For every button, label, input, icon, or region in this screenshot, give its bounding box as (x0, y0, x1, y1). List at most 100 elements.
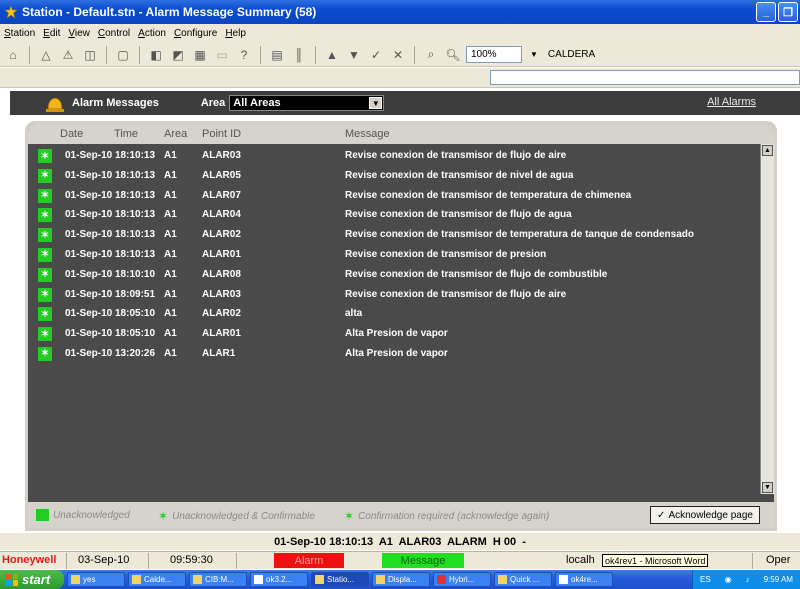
unacknowledged-star-icon[interactable]: ✶ (38, 247, 52, 262)
toolbar-separator (315, 45, 316, 64)
alarm-row[interactable]: ✶ 01-Sep-10 18:10:10 A1 ALAR08 Revise conexio… (28, 265, 763, 285)
tray-volume-icon[interactable]: ♪ (746, 575, 750, 584)
page-icon[interactable]: ▢ (114, 46, 132, 64)
network-icon[interactable]: ⌂ (4, 46, 22, 64)
vertical-scrollbar[interactable]: ▲ ▼ (760, 144, 774, 494)
alarm-row[interactable]: ✶ 01-Sep-10 18:09:51 A1 ALAR03 Revise conexio… (28, 285, 763, 305)
alarm-row[interactable]: ✶ 01-Sep-10 18:05:10 A1 ALAR02 alta (28, 304, 763, 324)
column-header-date[interactable]: Date (60, 128, 83, 140)
scroll-up-icon[interactable]: ▲ (762, 145, 773, 156)
taskbar-item-station[interactable]: Statio... (311, 572, 369, 587)
minimize-button[interactable]: _ (756, 2, 776, 22)
unacknowledged-star-icon[interactable]: ✶ (38, 208, 52, 223)
unacknowledged-star-icon[interactable]: ✶ (38, 149, 52, 163)
cell-point-id: ALAR08 (202, 268, 241, 280)
zoom-icon[interactable]: 🔍︎ (444, 46, 462, 64)
word-icon (559, 575, 568, 584)
unacknowledged-star-icon[interactable]: ✶ (38, 346, 52, 361)
alarm-row[interactable]: ✶ 01-Sep-10 18:10:13 A1 ALAR07 Revise conexio… (28, 186, 763, 206)
unacknowledged-star-icon[interactable]: ✶ (38, 267, 52, 282)
column-header-point-id[interactable]: Point ID (202, 128, 241, 140)
taskbar-item-display[interactable]: Displa... (372, 572, 430, 587)
taskbar-item-ok4rev[interactable]: ok4re... (555, 572, 613, 587)
cancel-icon[interactable]: ✕ (389, 46, 407, 64)
area-select[interactable]: All Areas ▼ (229, 95, 385, 111)
status-host: localh (566, 554, 595, 566)
taskbar-item-caldera[interactable]: Calde... (128, 572, 186, 587)
taskbar-item-ok3[interactable]: ok3.2... (250, 572, 308, 587)
unacknowledged-star-icon[interactable]: ✶ (38, 287, 52, 302)
alarm-indicator[interactable]: Alarm (274, 553, 344, 568)
display-disabled-icon[interactable]: ▭ (213, 46, 231, 64)
system-tray: ES ◉ ♪ 9:59 AM (692, 570, 800, 589)
alarm-row[interactable]: ✶ 01-Sep-10 18:10:13 A1 ALAR01 Revise conexio… (28, 245, 763, 265)
menu-action[interactable]: Action (138, 28, 166, 39)
window-icon (132, 575, 141, 584)
zoom-field[interactable]: 100% (466, 46, 522, 63)
menu-help[interactable]: Help (225, 28, 246, 39)
tray-clock[interactable]: 9:59 AM (764, 575, 793, 584)
unacknowledged-star-icon[interactable]: ✶ (38, 327, 52, 342)
cell-date: 01-Sep-10 (65, 347, 113, 359)
column-header-time[interactable]: Time (114, 128, 138, 140)
column-header-area[interactable]: Area (164, 128, 187, 140)
language-indicator[interactable]: ES (700, 575, 711, 584)
menu-control[interactable]: Control (98, 28, 130, 39)
all-alarms-link[interactable]: All Alarms (707, 96, 756, 108)
unacknowledged-star-icon[interactable]: ✶ (38, 307, 52, 322)
display-list-icon[interactable]: ▦ (191, 46, 209, 64)
message-summary-icon[interactable]: ◫ (81, 46, 99, 64)
checkmark-icon[interactable]: ✓ (367, 46, 385, 64)
unacknowledged-star-icon[interactable]: ✶ (38, 168, 52, 183)
taskbar-item-hybrid[interactable]: Hybri... (433, 572, 491, 587)
cell-message: Revise conexion de transmisor de presion (345, 248, 547, 260)
taskbar-item-quick[interactable]: Quick ... (494, 572, 552, 587)
alarm-row[interactable]: ✶ 01-Sep-10 18:10:13 A1 ALAR02 Revise conexio… (28, 225, 763, 245)
menu-configure[interactable]: Configure (174, 28, 217, 39)
help-icon[interactable]: ? (235, 46, 253, 64)
message-indicator[interactable]: Message (382, 553, 464, 568)
restore-button[interactable]: ❐ (778, 2, 798, 22)
alarm-summary-icon[interactable]: △ (37, 46, 55, 64)
start-button[interactable]: start (0, 570, 64, 589)
menu-view[interactable]: View (68, 28, 90, 39)
menu-edit[interactable]: Edit (43, 28, 60, 39)
area-select-value: All Areas (233, 97, 281, 109)
display-up-icon[interactable]: ◩ (169, 46, 187, 64)
command-input[interactable] (490, 70, 800, 85)
trend-icon[interactable]: ║ (290, 46, 308, 64)
window-titlebar[interactable]: Station - Default.stn - Alarm Message Su… (0, 0, 800, 24)
display-back-icon[interactable]: ◧ (147, 46, 165, 64)
taskbar-item-label: yes (83, 575, 96, 584)
alarm-row[interactable]: ✶ 01-Sep-10 18:05:10 A1 ALAR01 Alta Presion d… (28, 324, 763, 344)
alarm-row[interactable]: ✶ 01-Sep-10 18:10:13 A1 ALAR03 Revise conexio… (28, 146, 763, 166)
alarm-ack-icon[interactable]: ⚠ (59, 46, 77, 64)
unacknowledged-star-icon[interactable]: ✶ (38, 188, 52, 203)
scroll-down-icon[interactable]: ▼ (762, 482, 773, 493)
unacknowledged-star-icon[interactable]: ✶ (38, 228, 52, 243)
tray-network-icon[interactable]: ◉ (725, 575, 732, 584)
status-mode: Oper (766, 554, 791, 566)
report-icon[interactable]: ▤ (268, 46, 286, 64)
find-icon[interactable]: ⌕ (422, 46, 440, 64)
cell-point-id: ALAR02 (202, 229, 241, 241)
window-icon (193, 575, 202, 584)
command-strip (0, 68, 800, 88)
column-header-message[interactable]: Message (345, 128, 390, 140)
chevron-down-icon[interactable]: ▼ (369, 97, 383, 109)
alarm-row[interactable]: ✶ 01-Sep-10 13:20:26 A1 ALAR1 Alta Presion de… (28, 344, 763, 364)
alarm-row[interactable]: ✶ 01-Sep-10 18:10:13 A1 ALAR04 Revise conexio… (28, 205, 763, 225)
alarm-row[interactable]: ✶ 01-Sep-10 18:10:13 A1 ALAR05 Revise conexio… (28, 166, 763, 186)
cell-message: Revise conexion de transmisor de tempera… (345, 189, 632, 201)
menu-station[interactable]: Station (4, 28, 35, 39)
taskbar-item-cib[interactable]: CIB:M... (189, 572, 247, 587)
cell-time: 18:10:13 (115, 169, 156, 181)
raise-icon[interactable]: ▲ (323, 46, 341, 64)
lower-icon[interactable]: ▼ (345, 46, 363, 64)
zoom-dropdown-icon[interactable]: ▼ (530, 50, 538, 59)
taskbar-item-label: CIB:M... (205, 575, 234, 584)
honeywell-logo: Honeywell (2, 554, 57, 566)
acknowledge-page-button[interactable]: ✓ Acknowledge page (650, 506, 760, 524)
cell-point-id: ALAR03 (202, 288, 241, 300)
taskbar-item-yes[interactable]: yes (67, 572, 125, 587)
